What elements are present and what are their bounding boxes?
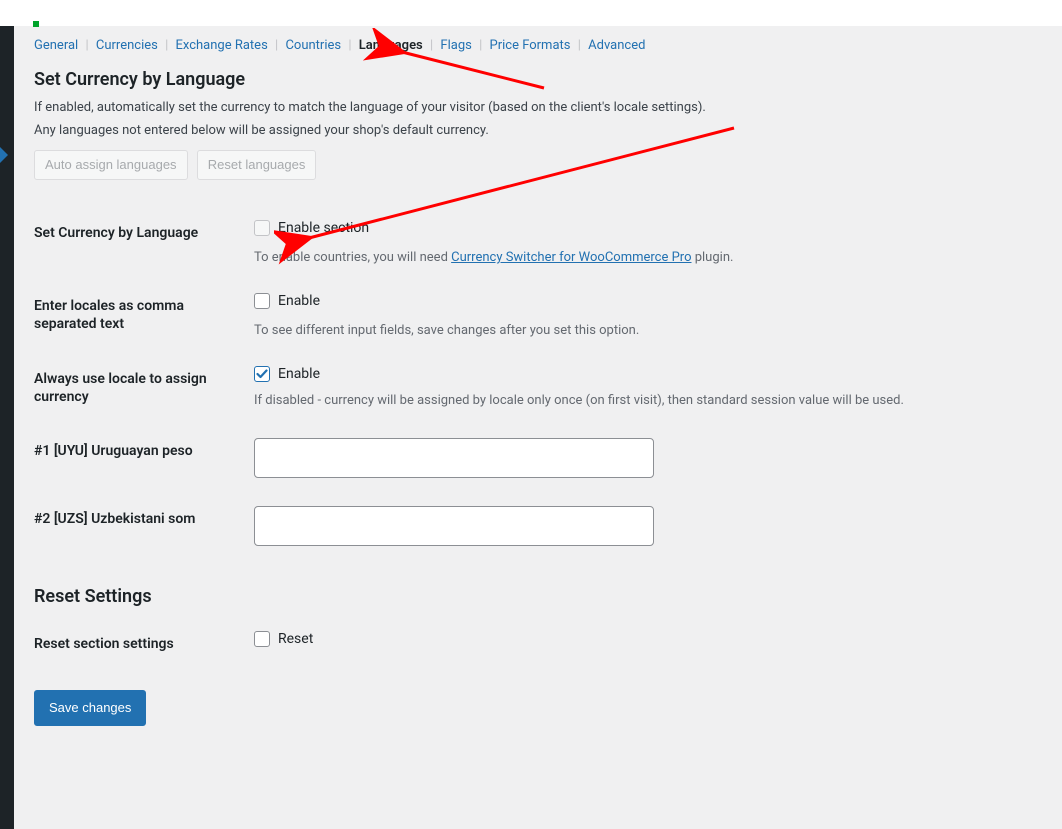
enable-section-checkbox[interactable]: Enable section bbox=[254, 220, 369, 236]
sidebar-flyout-indicator bbox=[0, 147, 8, 163]
pro-plugin-link[interactable]: Currency Switcher for WooCommerce Pro bbox=[451, 250, 691, 265]
tab-currencies[interactable]: Currencies bbox=[96, 38, 158, 53]
section-description-2: Any languages not entered below will be … bbox=[34, 123, 1042, 138]
always-locale-subtext: If disabled - currency will be assigned … bbox=[254, 393, 1032, 408]
settings-page: General | Currencies | Exchange Rates | … bbox=[14, 0, 1062, 829]
enable-section-subtext: To enable countries, you will need Curre… bbox=[254, 250, 1032, 265]
checkbox-icon bbox=[254, 220, 270, 236]
tab-flags[interactable]: Flags bbox=[440, 38, 471, 53]
tab-exchange-rates[interactable]: Exchange Rates bbox=[176, 38, 268, 53]
checkbox-label-text: Enable bbox=[278, 293, 320, 309]
top-white-strip bbox=[0, 0, 1062, 26]
tab-separator: | bbox=[475, 38, 486, 53]
field-label-comma-locales: Enter locales as comma separated text bbox=[34, 279, 254, 352]
green-accent-dot bbox=[33, 21, 39, 27]
checkbox-label-text: Enable bbox=[278, 366, 320, 382]
tab-languages[interactable]: Languages bbox=[359, 38, 423, 53]
checkbox-icon bbox=[254, 631, 270, 647]
sub-tabs: General | Currencies | Exchange Rates | … bbox=[34, 38, 1042, 53]
checkbox-label-text: Reset bbox=[278, 631, 313, 647]
button-row: Auto assign languages Reset languages bbox=[34, 150, 1042, 180]
comma-locales-checkbox[interactable]: Enable bbox=[254, 293, 320, 309]
always-locale-checkbox[interactable]: Enable bbox=[254, 366, 320, 382]
checkbox-label-text: Enable section bbox=[278, 220, 369, 236]
settings-form: Set Currency by Language Enable section … bbox=[34, 206, 1042, 560]
admin-sidebar bbox=[0, 0, 14, 829]
tab-separator: | bbox=[344, 38, 355, 53]
auto-assign-languages-button[interactable]: Auto assign languages bbox=[34, 150, 188, 180]
tab-separator: | bbox=[81, 38, 92, 53]
checkbox-icon bbox=[254, 293, 270, 309]
reset-form: Reset section settings Reset bbox=[34, 617, 1042, 671]
save-changes-button[interactable]: Save changes bbox=[34, 690, 146, 726]
field-label-currency-2: #2 [UZS] Uzbekistani som bbox=[34, 492, 254, 560]
field-label-always-locale: Always use locale to assign currency bbox=[34, 352, 254, 424]
field-label-reset-section: Reset section settings bbox=[34, 617, 254, 671]
currency-2-input[interactable] bbox=[254, 506, 654, 546]
reset-section-checkbox[interactable]: Reset bbox=[254, 631, 313, 647]
tab-separator: | bbox=[161, 38, 172, 53]
tab-price-formats[interactable]: Price Formats bbox=[490, 38, 571, 53]
section-description-1: If enabled, automatically set the curren… bbox=[34, 100, 1042, 115]
tab-separator: | bbox=[574, 38, 585, 53]
tab-separator: | bbox=[426, 38, 437, 53]
section-title: Set Currency by Language bbox=[34, 69, 1042, 90]
comma-locales-subtext: To see different input fields, save chan… bbox=[254, 323, 1032, 338]
field-label-enable-section: Set Currency by Language bbox=[34, 206, 254, 279]
reset-languages-button[interactable]: Reset languages bbox=[197, 150, 317, 180]
tab-general[interactable]: General bbox=[34, 38, 78, 53]
tab-separator: | bbox=[271, 38, 282, 53]
reset-section-title: Reset Settings bbox=[34, 586, 1042, 607]
tab-countries[interactable]: Countries bbox=[285, 38, 341, 53]
currency-1-input[interactable] bbox=[254, 438, 654, 478]
tab-advanced[interactable]: Advanced bbox=[588, 38, 645, 53]
checkbox-checked-icon bbox=[254, 366, 270, 382]
field-label-currency-1: #1 [UYU] Uruguayan peso bbox=[34, 424, 254, 492]
